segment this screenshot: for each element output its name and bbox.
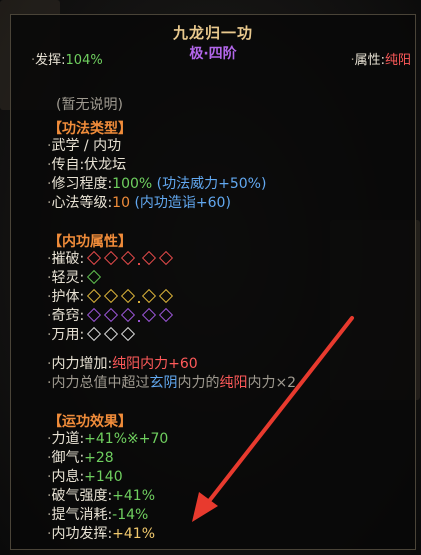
attribute-diamonds (86, 250, 175, 268)
diamond-icon (121, 288, 136, 304)
diamond-icon (159, 307, 174, 323)
diamond-icon (87, 326, 102, 342)
diamond-separator (138, 320, 141, 322)
section-title-type: 【功法类型】 (48, 121, 132, 137)
attribute-row: ·摧破: (47, 250, 175, 268)
attribute-row: ·轻灵: (47, 269, 103, 287)
description: (暂无说明) (56, 97, 123, 113)
attribute-label: 护体: (51, 289, 85, 305)
attribute-diamonds (86, 307, 175, 325)
attribute-label: 轻灵: (51, 270, 85, 286)
diamond-separator (138, 301, 141, 303)
attribute-row: ·万用: (47, 326, 137, 344)
diamond-icon (142, 250, 157, 266)
type-line-level: ·心法等级:10 (内功造诣+60) (47, 195, 231, 211)
inner-power-increase: ·内力增加:纯阳内力+60 (47, 356, 198, 372)
attribute-label: 摧破: (51, 251, 85, 267)
attribute-label: 奇窍: (51, 308, 85, 324)
performance-stat: ·发挥:104% (31, 53, 103, 68)
diamond-icon (159, 250, 174, 266)
effect-value: +41% (112, 526, 156, 542)
section-title-effects: 【运功效果】 (48, 414, 132, 430)
diamond-icon (104, 326, 119, 342)
tooltip-panel: 九龙归一功 极·四阶 ·发挥:104% ·属性:纯阳 (暂无说明) 【功法类型】… (10, 14, 416, 550)
inner-power-note: ·内力总值中超过玄阴内力的纯阳内力×2 (47, 375, 297, 391)
effect-row: ·力道:+41%※+70 (47, 431, 169, 447)
effect-label: 御气: (51, 450, 85, 466)
attribute-diamonds (86, 326, 137, 344)
diamond-icon (87, 269, 102, 285)
effect-label: 内功发挥: (51, 526, 113, 542)
section-title-attributes: 【内功属性】 (48, 234, 132, 250)
effect-label: 提气消耗: (51, 507, 113, 523)
diamond-icon (142, 307, 157, 323)
effect-label: 内息: (51, 469, 85, 485)
diamond-icon (159, 288, 174, 304)
type-line-mastery: ·修习程度:100% (功法威力+50%) (47, 176, 267, 192)
effect-label: 破气强度: (51, 488, 113, 504)
diamond-icon (87, 288, 102, 304)
diamond-icon (121, 250, 136, 266)
effect-value: -14% (112, 507, 149, 523)
diamond-icon (87, 250, 102, 266)
effect-row: ·内功发挥:+41% (47, 526, 156, 542)
diamond-icon (104, 307, 119, 323)
diamond-icon (87, 307, 102, 323)
attribute-stat: ·属性:纯阳 (350, 53, 411, 68)
type-line-category: ·武学 / 内功 (47, 138, 122, 154)
diamond-separator (138, 263, 141, 265)
diamond-icon (104, 288, 119, 304)
effect-row: ·提气消耗:-14% (47, 507, 149, 523)
diamond-icon (142, 288, 157, 304)
effect-row: ·御气:+28 (47, 450, 114, 466)
diamond-icon (121, 307, 136, 323)
effect-value: +28 (84, 450, 114, 466)
type-line-origin: ·传自:伏龙坛 (47, 157, 127, 173)
effect-value: +41%※+70 (84, 431, 169, 447)
effect-value: +140 (84, 469, 123, 485)
attribute-label: 万用: (51, 327, 85, 343)
skill-title: 九龙归一功 (172, 24, 253, 42)
effect-row: ·内息:+140 (47, 469, 123, 485)
attribute-row: ·奇窍: (47, 307, 175, 325)
attribute-row: ·护体: (47, 288, 175, 306)
attribute-diamonds (86, 288, 175, 306)
attribute-diamonds (86, 269, 103, 287)
effect-label: 力道: (51, 431, 85, 447)
effect-row: ·破气强度:+41% (47, 488, 156, 504)
diamond-icon (121, 326, 136, 342)
effect-value: +41% (112, 488, 156, 504)
diamond-icon (104, 250, 119, 266)
